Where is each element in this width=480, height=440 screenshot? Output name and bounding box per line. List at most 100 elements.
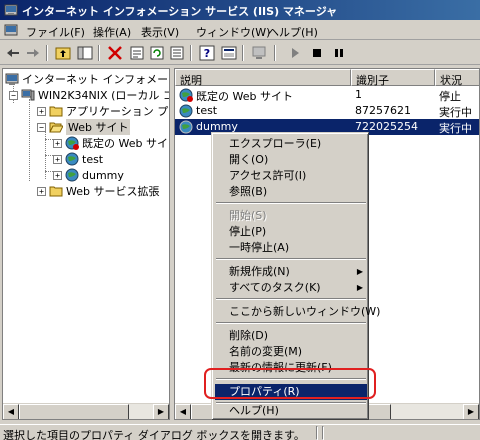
column-header-description[interactable]: 説明 <box>175 69 351 87</box>
show-hide-tree-icon[interactable] <box>76 44 94 62</box>
menu-item-browse[interactable]: 参照(B) <box>215 184 367 200</box>
title-bar: インターネット インフォメーション サービス (IIS) マネージャ <box>0 0 480 20</box>
submenu-arrow-icon: ▶ <box>356 267 363 276</box>
website-icon <box>65 152 79 166</box>
tree-node-site-dummy[interactable]: + dummy <box>53 167 124 183</box>
scroll-left-icon[interactable]: ◀ <box>175 404 191 419</box>
tree-node-extensions[interactable]: + Web サービス拡張 <box>37 183 159 199</box>
system-menu-icon[interactable] <box>4 23 18 37</box>
delete-icon[interactable] <box>106 44 124 62</box>
status-divider <box>316 426 318 440</box>
toolbar-separator <box>190 45 192 61</box>
iis-app-icon <box>4 4 18 16</box>
tree-node-site-default[interactable]: + 既定の Web サイト <box>53 135 170 151</box>
folder-open-icon <box>49 122 63 133</box>
menu-item-new[interactable]: 新規作成(N) ▶ <box>215 264 367 280</box>
console-tree-icon[interactable] <box>220 44 238 62</box>
table-row[interactable]: 既定の Web サイト 1 停止 <box>175 87 479 103</box>
status-divider <box>322 426 324 440</box>
tree-label: 既定の Web サイト <box>82 137 170 150</box>
tree-label: インターネット インフォメーション <box>22 73 169 86</box>
menu-item-label: すべてのタスク(K) <box>229 281 321 294</box>
refresh-icon[interactable] <box>148 44 166 62</box>
menu-view[interactable]: 表示(V) <box>141 24 179 40</box>
collapse-icon[interactable]: − <box>37 122 46 132</box>
tree-label: Web サービス拡張 <box>66 185 160 198</box>
iis-root-icon <box>5 73 19 85</box>
menu-item-all-tasks[interactable]: すべてのタスク(K) ▶ <box>215 280 367 296</box>
tree-node-websites[interactable]: − Web サイト <box>37 119 131 135</box>
tree-node-root[interactable]: インターネット インフォメーション <box>5 71 169 87</box>
menu-help[interactable]: ヘルプ(H) <box>268 24 318 40</box>
menu-item-rename[interactable]: 名前の変更(M) <box>215 344 367 360</box>
callout-highlight <box>204 368 376 399</box>
menu-item-open[interactable]: 開く(O) <box>215 152 367 168</box>
scroll-thumb[interactable] <box>19 404 129 419</box>
menu-item-explore[interactable]: エクスプローラ(E) <box>215 136 367 152</box>
menu-window[interactable]: ウィンドウ(W) <box>196 24 270 40</box>
submenu-arrow-icon: ▶ <box>356 283 363 292</box>
stop-icon[interactable] <box>308 44 326 62</box>
expand-icon[interactable]: + <box>53 170 62 180</box>
menu-item-help[interactable]: ヘルプ(H) <box>215 403 367 419</box>
tree-node-server[interactable]: − WIN2K34NIX (ローカル コン <box>9 87 169 103</box>
cell-status: 実行中 <box>439 122 472 135</box>
scroll-right-icon[interactable]: ▶ <box>153 404 169 419</box>
start-icon[interactable] <box>286 44 304 62</box>
menu-item-pause[interactable]: 一時停止(A) <box>215 240 367 256</box>
tree-label: dummy <box>82 168 124 182</box>
menu-item-stop[interactable]: 停止(P) <box>215 224 367 240</box>
website-stopped-icon <box>179 88 193 102</box>
menu-file[interactable]: ファイル(F) <box>26 24 85 40</box>
svg-text:?: ? <box>204 47 210 60</box>
column-header-id[interactable]: 識別子 <box>351 69 435 87</box>
menu-bar: ファイル(F) 操作(A) 表示(V) ウィンドウ(W) ヘルプ(H) <box>0 20 480 40</box>
tree-node-site-test[interactable]: + test <box>53 151 103 167</box>
collapse-icon[interactable]: − <box>9 90 18 100</box>
scroll-right-icon[interactable]: ▶ <box>463 404 479 419</box>
expand-icon[interactable]: + <box>37 186 46 196</box>
scroll-left-icon[interactable]: ◀ <box>3 404 19 419</box>
up-folder-icon[interactable] <box>54 44 72 62</box>
expand-icon[interactable]: + <box>37 106 46 116</box>
tree-label: アプリケーション プール <box>66 105 169 118</box>
folder-icon <box>49 186 63 197</box>
computer-icon[interactable] <box>250 44 268 62</box>
server-icon <box>21 89 35 101</box>
tree-label: test <box>82 152 104 166</box>
column-header-status[interactable]: 状況 <box>435 69 479 87</box>
tree-label: Web サイト <box>66 119 131 135</box>
cell-status: 停止 <box>439 90 461 103</box>
menu-separator <box>216 298 366 300</box>
expand-icon[interactable]: + <box>53 154 62 164</box>
folder-icon <box>49 106 63 117</box>
toolbar-separator <box>46 45 48 61</box>
pause-icon[interactable] <box>330 44 348 62</box>
status-text: 選択した項目のプロパティ ダイアログ ボックスを開きます。 <box>3 429 305 440</box>
menu-item-permissions[interactable]: アクセス許可(I) <box>215 168 367 184</box>
menu-item-new-window[interactable]: ここから新しいウィンドウ(W) <box>215 304 380 320</box>
back-arrow-icon[interactable] <box>4 44 22 62</box>
console-tree-pane: インターネット インフォメーション − WIN2K34NIX (ローカル コン … <box>2 68 170 420</box>
toolbar: ? <box>0 41 480 65</box>
menu-item-start[interactable]: 開始(S) <box>215 208 367 224</box>
menu-action[interactable]: 操作(A) <box>93 24 131 40</box>
tree-label: WIN2K34NIX (ローカル コン <box>38 89 169 102</box>
forward-arrow-icon[interactable] <box>24 44 42 62</box>
tree-node-app-pools[interactable]: + アプリケーション プール <box>37 103 169 119</box>
export-list-icon[interactable] <box>168 44 186 62</box>
menu-item-delete[interactable]: 削除(D) <box>215 328 367 344</box>
expand-icon[interactable]: + <box>53 138 62 148</box>
tree-scrollbar[interactable]: ◀ ▶ <box>3 403 169 419</box>
cell-description: 既定の Web サイト <box>196 90 293 103</box>
menu-separator <box>216 202 366 204</box>
help-icon[interactable]: ? <box>198 44 216 62</box>
toolbar-separator <box>98 45 100 61</box>
cell-status: 実行中 <box>439 106 472 119</box>
toolbar-separator <box>242 45 244 61</box>
menu-item-label: 新規作成(N) <box>229 265 290 278</box>
properties-icon[interactable] <box>128 44 146 62</box>
table-row[interactable]: test 87257621 実行中 <box>175 103 479 119</box>
website-icon <box>179 120 193 134</box>
website-icon <box>179 104 193 118</box>
